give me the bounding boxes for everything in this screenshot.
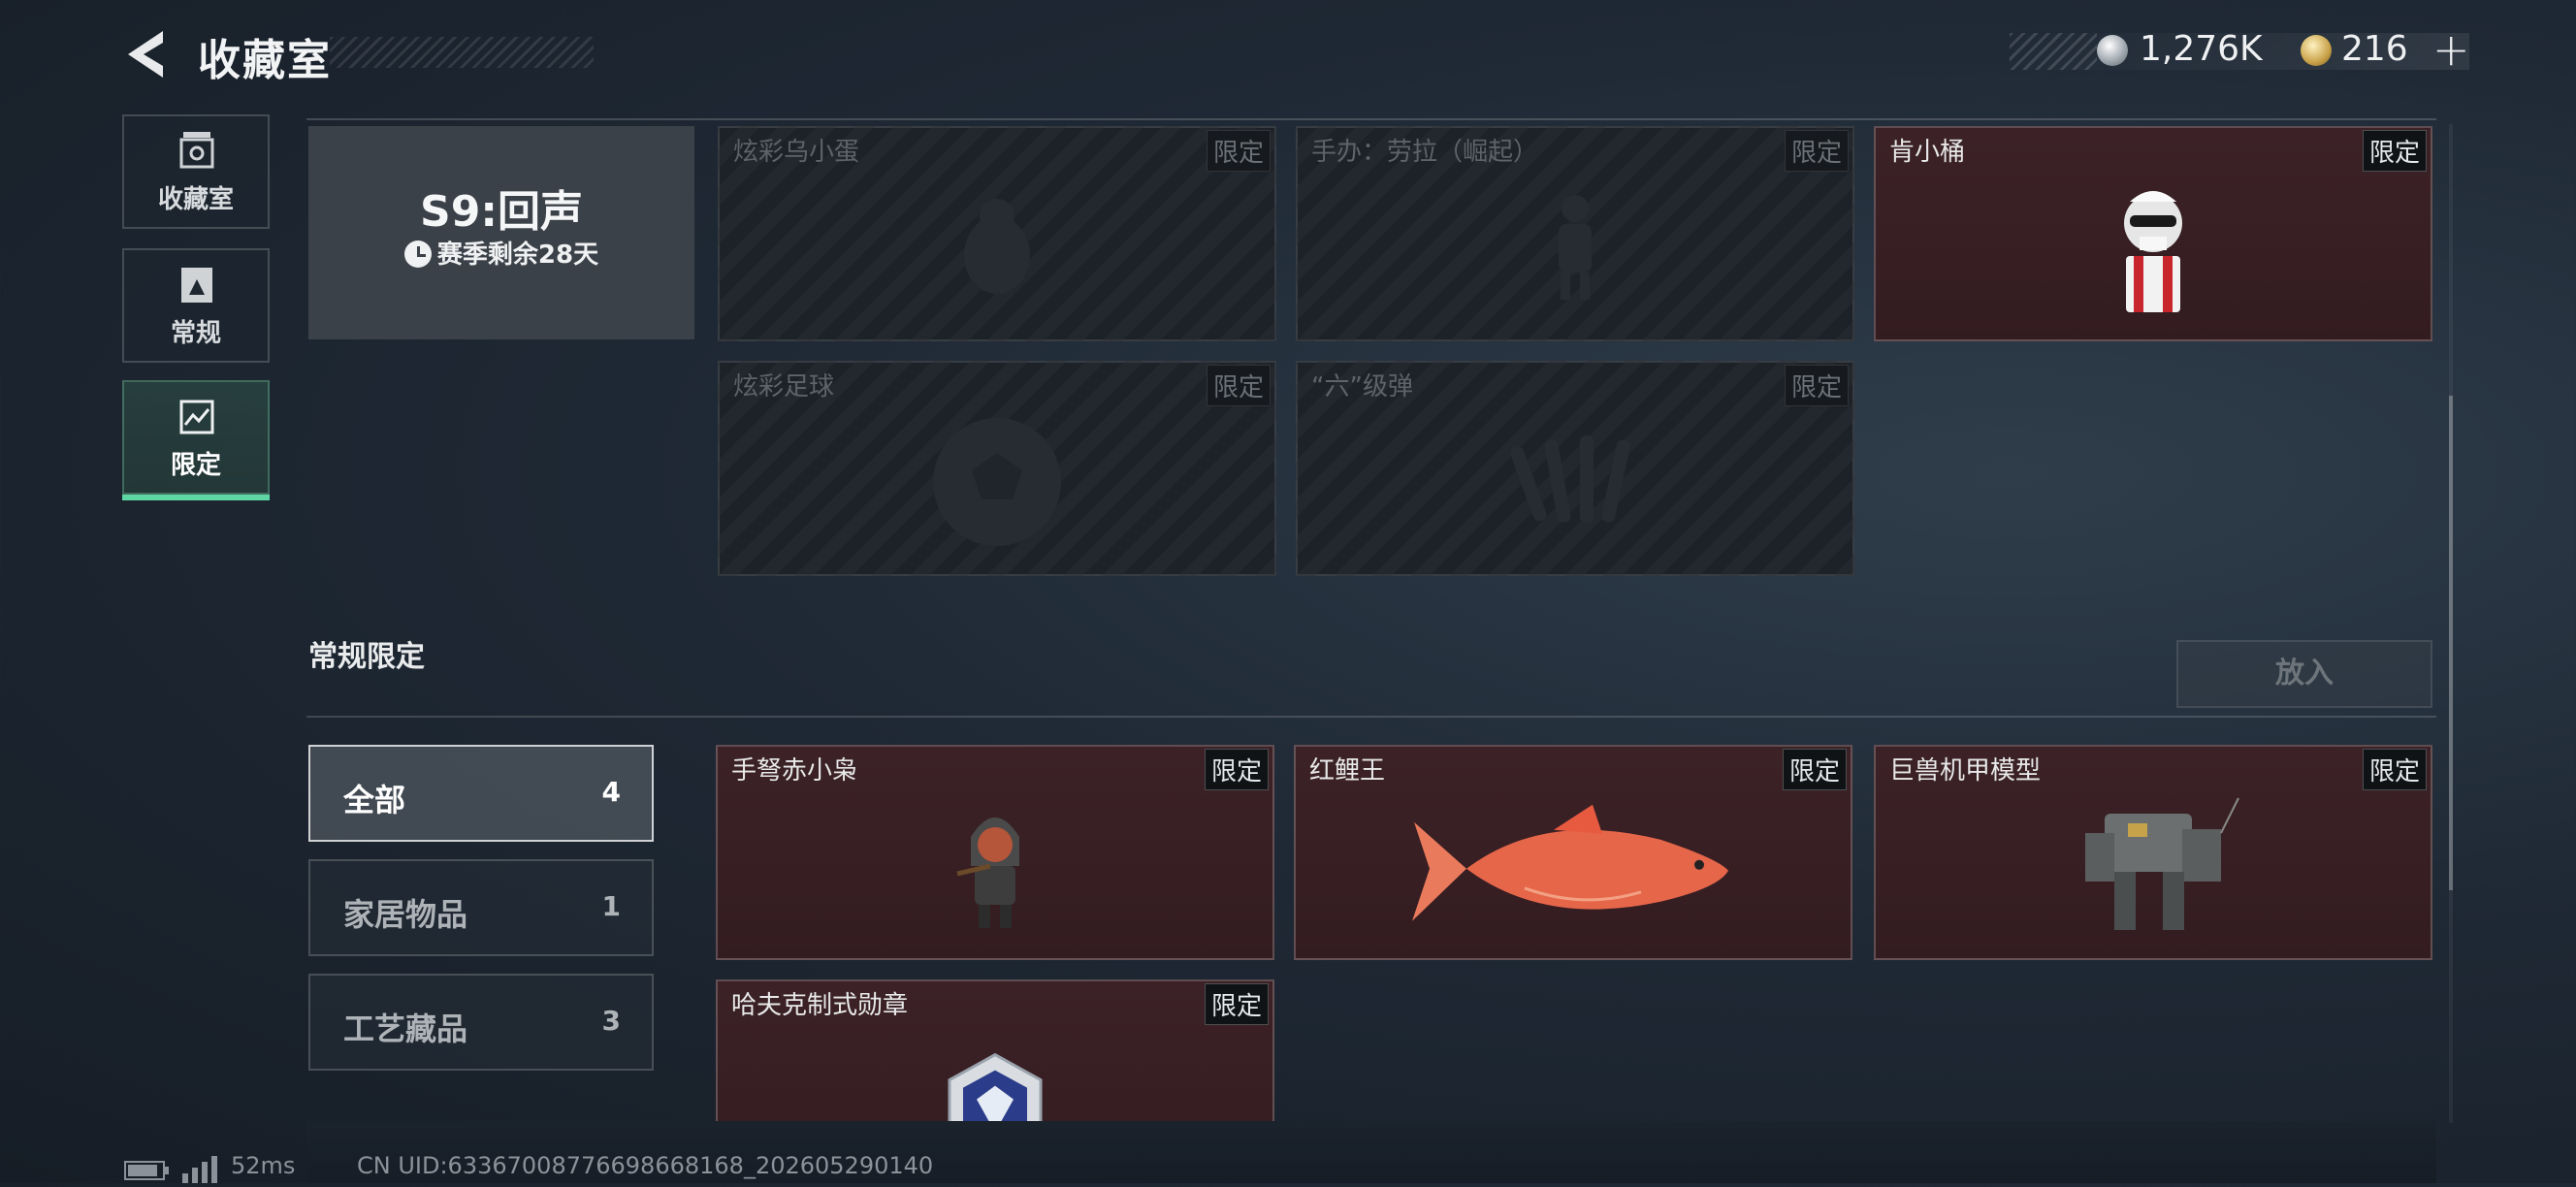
section-title: 常规限定 bbox=[308, 640, 425, 674]
limited-badge: 限定 bbox=[1204, 983, 1269, 1025]
item-card-red-carp-king[interactable]: 红鲤王 限定 bbox=[1294, 745, 1852, 960]
season-title: S9:回声 bbox=[420, 187, 583, 237]
page-title: 收藏室 bbox=[198, 36, 332, 85]
clock-icon bbox=[403, 241, 432, 268]
item-name: 手办：劳拉（崛起） bbox=[1311, 138, 1539, 167]
card-icon bbox=[181, 268, 212, 303]
title-decoration bbox=[330, 37, 594, 68]
item-name: 手弩赤小枭 bbox=[731, 756, 858, 786]
currency-silver-amount: 1,276K bbox=[2140, 29, 2263, 69]
item-name: 巨兽机甲模型 bbox=[1889, 756, 2042, 786]
bucket-mascot-icon bbox=[2124, 191, 2182, 312]
limited-badge: 限定 bbox=[1206, 365, 1271, 406]
filter-all[interactable]: 全部 4 bbox=[308, 745, 654, 842]
filter-count: 1 bbox=[601, 890, 621, 922]
signal-icon bbox=[182, 1156, 217, 1187]
season-card: S9:回声 赛季剩余28天 bbox=[308, 126, 694, 339]
add-currency-button[interactable]: + bbox=[2432, 23, 2470, 76]
item-name: 哈夫克制式勋章 bbox=[731, 991, 909, 1020]
filter-home-items[interactable]: 家居物品 1 bbox=[308, 859, 654, 956]
trophy-icon bbox=[179, 132, 214, 169]
filter-label: 工艺藏品 bbox=[343, 1011, 468, 1047]
active-tab-indicator bbox=[122, 495, 270, 500]
currency-decoration bbox=[2010, 33, 2097, 70]
item-name: 肯小桶 bbox=[1889, 138, 1966, 167]
bullets-icon bbox=[1510, 435, 1630, 523]
carp-fish-icon bbox=[1412, 804, 1728, 921]
limited-badge: 限定 bbox=[2362, 130, 2427, 172]
season-remaining-text: 赛季剩余28天 bbox=[436, 241, 599, 270]
limited-badge: 限定 bbox=[2362, 749, 2427, 790]
nav-tab-label: 限定 bbox=[170, 451, 221, 480]
season-remaining: 赛季剩余28天 bbox=[308, 235, 694, 271]
gold-coin-icon bbox=[2301, 35, 2332, 66]
nav-tab-label: 常规 bbox=[170, 319, 221, 348]
mech-model-icon bbox=[2085, 797, 2239, 930]
limited-badge: 限定 bbox=[1784, 130, 1849, 172]
item-name: 炫彩乌小蛋 bbox=[733, 138, 860, 167]
item-card-level6-bullet[interactable]: “六”级弹 限定 bbox=[1296, 361, 1854, 576]
scrollbar-thumb[interactable] bbox=[2449, 396, 2453, 890]
put-in-button[interactable]: 放入 bbox=[2176, 640, 2432, 708]
item-card-crossbow-owl[interactable]: 手弩赤小枭 限定 bbox=[716, 745, 1274, 960]
ping-text: 52ms bbox=[231, 1152, 296, 1179]
item-card-beast-mech-model[interactable]: 巨兽机甲模型 限定 bbox=[1874, 745, 2432, 960]
hooded-figure-icon bbox=[956, 818, 1019, 928]
limited-icon bbox=[179, 400, 214, 434]
item-name: 炫彩足球 bbox=[733, 372, 835, 401]
filter-count: 3 bbox=[601, 1005, 621, 1037]
back-arrow-icon[interactable] bbox=[124, 29, 167, 80]
figure-icon bbox=[1559, 195, 1592, 300]
limited-badge: 限定 bbox=[1206, 130, 1271, 172]
football-icon bbox=[933, 418, 1061, 546]
nav-tab-label: 收藏室 bbox=[157, 185, 234, 214]
item-card-colorful-football[interactable]: 炫彩足球 限定 bbox=[718, 361, 1276, 576]
nav-tab-limited[interactable]: 限定 bbox=[122, 380, 270, 500]
uid-text: CN UID:63367008776698668168_202605290140 bbox=[357, 1152, 934, 1179]
silver-coin-icon bbox=[2097, 35, 2128, 66]
section-divider bbox=[306, 716, 2436, 718]
egg-figure-icon bbox=[964, 199, 1030, 294]
currency-gold-amount: 216 bbox=[2341, 29, 2408, 69]
limited-badge: 限定 bbox=[1782, 749, 1847, 790]
filter-craft-collectibles[interactable]: 工艺藏品 3 bbox=[308, 974, 654, 1071]
limited-badge: 限定 bbox=[1204, 749, 1269, 790]
item-card-lara-figure[interactable]: 手办：劳拉（崛起） 限定 bbox=[1296, 126, 1854, 341]
item-name: 红鲤王 bbox=[1309, 756, 1386, 786]
panel-divider bbox=[306, 118, 2436, 120]
item-card-kfc-bucket[interactable]: 肯小桶 限定 bbox=[1874, 126, 2432, 341]
item-card-colorful-egg[interactable]: 炫彩乌小蛋 限定 bbox=[718, 126, 1276, 341]
filter-label: 全部 bbox=[343, 782, 406, 818]
battery-icon bbox=[124, 1160, 171, 1185]
filter-label: 家居物品 bbox=[343, 896, 468, 933]
nav-tab-regular[interactable]: 常规 bbox=[122, 248, 270, 363]
item-name: “六”级弹 bbox=[1311, 372, 1413, 401]
nav-tab-collection[interactable]: 收藏室 bbox=[122, 114, 270, 229]
filter-count: 4 bbox=[601, 776, 621, 808]
limited-badge: 限定 bbox=[1784, 365, 1849, 406]
